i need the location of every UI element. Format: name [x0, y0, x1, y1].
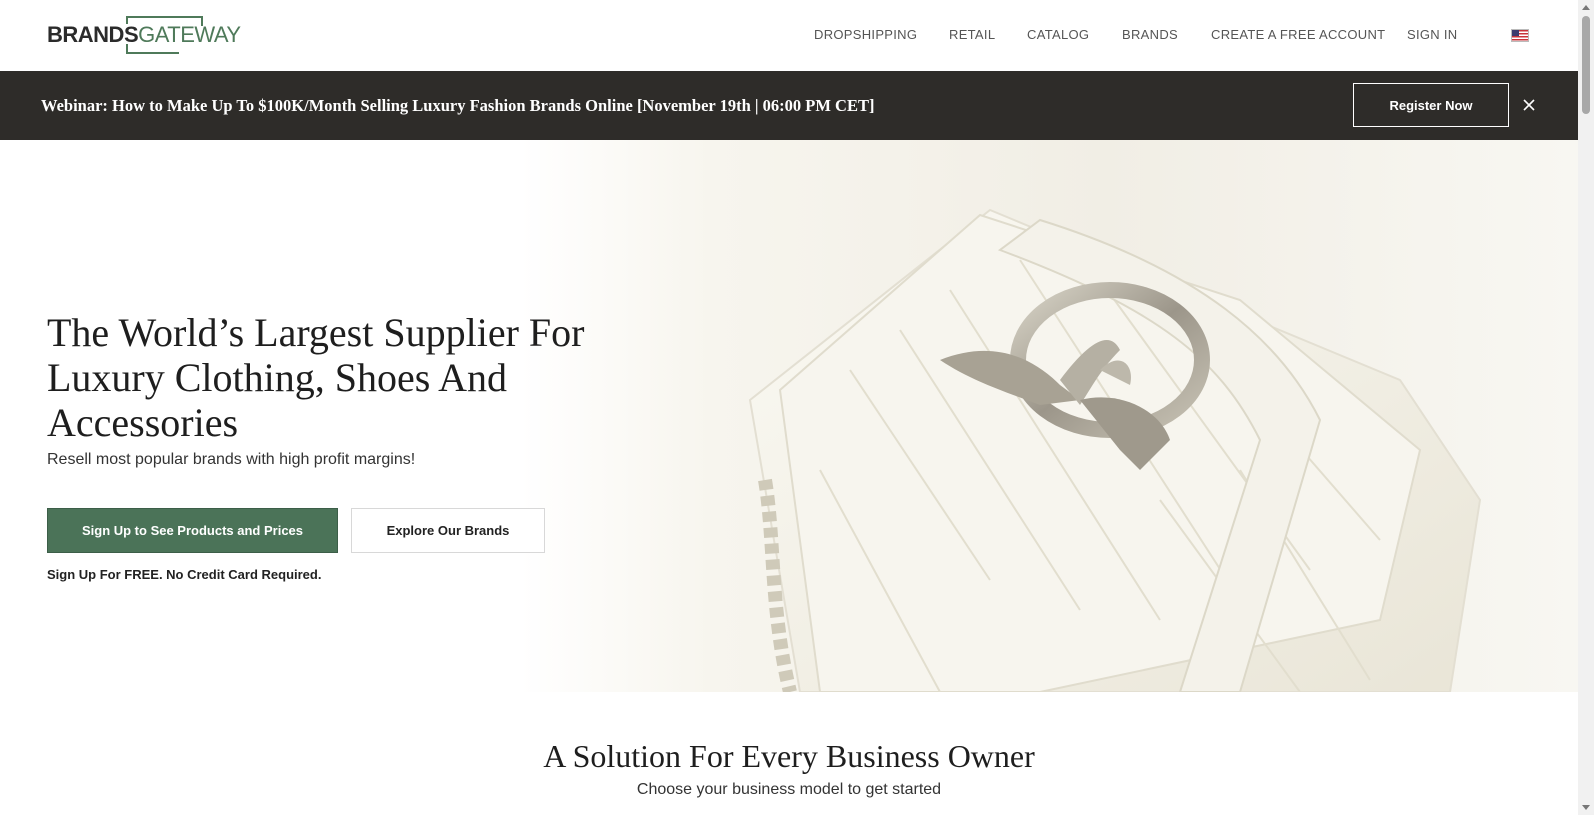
nav-sign-in[interactable]: SIGN IN: [1407, 27, 1458, 42]
scroll-up-arrow-icon[interactable]: [1582, 5, 1590, 10]
sign-up-button[interactable]: Sign Up to See Products and Prices: [47, 508, 338, 553]
free-signup-note: Sign Up For FREE. No Credit Card Require…: [47, 567, 322, 582]
explore-brands-button[interactable]: Explore Our Brands: [351, 508, 545, 553]
site-header: BRANDS GATEWAY DROPSHIPPING RETAIL CATALO…: [0, 0, 1578, 71]
close-icon[interactable]: [1519, 95, 1539, 115]
nav-retail[interactable]: RETAIL: [949, 27, 995, 42]
hero-title: The World’s Largest Supplier For Luxury …: [47, 310, 585, 445]
us-flag-icon[interactable]: [1511, 29, 1529, 42]
solutions-subtitle: Choose your business model to get starte…: [636, 781, 942, 798]
register-now-button[interactable]: Register Now: [1353, 83, 1509, 127]
scroll-down-arrow-icon[interactable]: [1582, 805, 1590, 810]
webinar-banner: Webinar: How to Make Up To $100K/Month S…: [0, 71, 1578, 140]
main-nav: DROPSHIPPING RETAIL CATALOG BRANDS CREAT…: [0, 27, 1578, 45]
banner-text: Webinar: How to Make Up To $100K/Month S…: [41, 96, 875, 115]
page-scrollbar[interactable]: [1578, 0, 1594, 815]
nav-catalog[interactable]: CATALOG: [1027, 27, 1089, 42]
nav-dropshipping[interactable]: DROPSHIPPING: [814, 27, 917, 42]
scroll-thumb[interactable]: [1582, 16, 1590, 114]
nav-create-account[interactable]: CREATE A FREE ACCOUNT: [1211, 27, 1385, 42]
solutions-title: A Solution For Every Business Owner: [543, 738, 1035, 774]
hero-section: The World’s Largest Supplier For Luxury …: [0, 140, 1578, 692]
nav-brands[interactable]: BRANDS: [1122, 27, 1178, 42]
hero-subtitle: Resell most popular brands with high pro…: [47, 451, 416, 468]
